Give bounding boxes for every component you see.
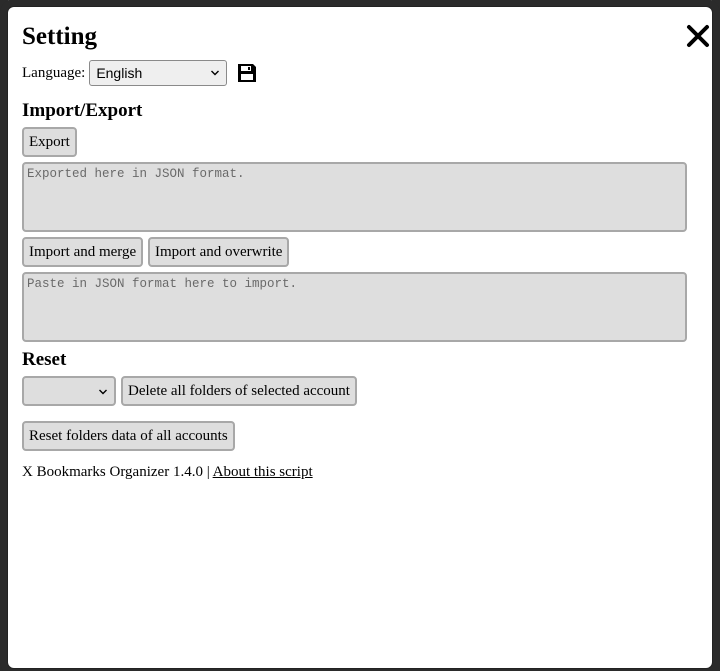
delete-folders-button[interactable]: Delete all folders of selected account [121,376,357,406]
about-link[interactable]: About this script [213,464,313,480]
language-row: Language: English [22,59,258,87]
import-merge-button[interactable]: Import and merge [22,237,144,267]
language-select-value: English [96,65,143,81]
close-button[interactable] [680,18,716,54]
import-placeholder: Paste in JSON format here to import. [27,277,298,291]
save-icon [238,64,257,82]
language-select[interactable]: English [89,60,228,86]
import-export-heading: Import/Export [22,100,143,121]
chevron-down-icon [211,70,220,76]
language-label: Language: [22,64,86,81]
footer: X Bookmarks Organizer 1.4.0 | About this… [22,463,313,481]
version-text: X Bookmarks Organizer 1.4.0 | [22,464,213,480]
reset-all-button[interactable]: Reset folders data of all accounts [22,421,235,451]
export-textarea[interactable]: Exported here in JSON format. [22,162,687,232]
export-button[interactable]: Export [22,127,77,157]
reset-heading: Reset [22,349,67,370]
chevron-down-icon [99,389,107,395]
account-select[interactable] [22,376,116,406]
settings-dialog: Setting Language: English Import/Export … [8,7,712,668]
import-textarea[interactable]: Paste in JSON format here to import. [22,272,687,342]
import-overwrite-button[interactable]: Import and overwrite [148,237,290,267]
save-button[interactable] [236,62,258,84]
dialog-title: Setting [22,23,97,50]
close-icon [687,25,709,47]
background-icon [488,0,498,3]
export-placeholder: Exported here in JSON format. [27,167,245,181]
